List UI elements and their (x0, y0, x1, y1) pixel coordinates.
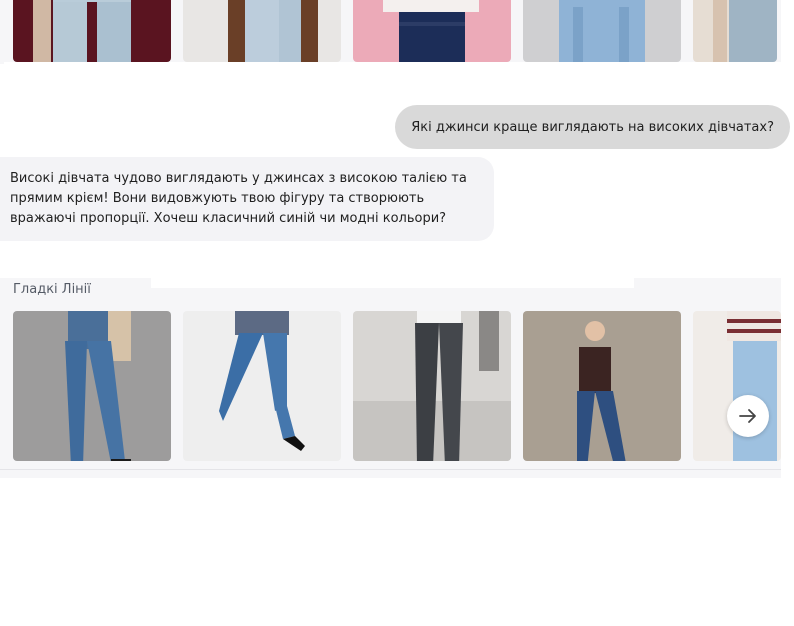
carousel-next-button[interactable] (727, 395, 769, 437)
product-image (693, 0, 777, 62)
product-image (183, 0, 341, 62)
product-card[interactable] (13, 311, 171, 461)
product-card[interactable] (693, 0, 777, 62)
divider (0, 469, 781, 470)
product-image (693, 311, 781, 461)
product-image (13, 311, 171, 461)
product-image (523, 311, 681, 461)
user-message-text: Які джинси краще виглядають на високих д… (411, 119, 774, 135)
product-image (183, 311, 341, 461)
user-message-bubble: Які джинси краще виглядають на високих д… (395, 105, 790, 149)
product-card[interactable] (523, 0, 681, 62)
product-carousel: Гладкі Лінії (0, 278, 781, 478)
product-card[interactable] (693, 311, 781, 461)
carousel-title: Гладкі Лінії (13, 282, 91, 297)
previous-product-carousel (0, 0, 781, 64)
arrow-right-icon (739, 409, 756, 423)
product-card[interactable] (13, 0, 171, 62)
product-image (13, 0, 171, 62)
product-card[interactable] (183, 311, 341, 461)
product-image (523, 0, 681, 62)
assistant-message-bubble: Високі дівчата чудово виглядають у джинс… (0, 157, 494, 241)
product-card[interactable] (353, 0, 511, 62)
product-image (353, 311, 511, 461)
product-card[interactable] (353, 311, 511, 461)
product-image (353, 0, 511, 62)
product-card[interactable] (183, 0, 341, 62)
section-tab (151, 278, 634, 288)
product-card[interactable] (523, 311, 681, 461)
assistant-message-text: Високі дівчата чудово виглядають у джинс… (10, 171, 467, 226)
